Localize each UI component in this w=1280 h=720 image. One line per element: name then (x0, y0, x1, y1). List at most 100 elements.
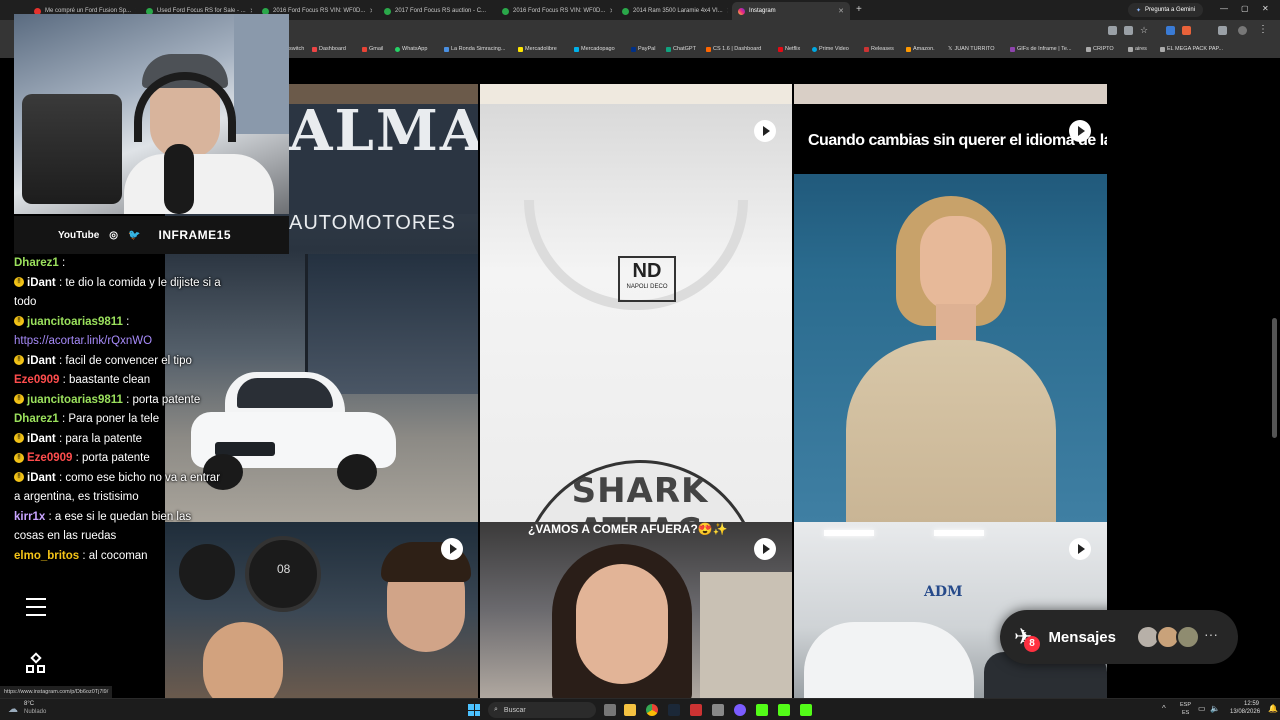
taskbar-search[interactable]: ⌕ Buscar (488, 702, 596, 718)
input-language-variant: ES (1182, 710, 1190, 716)
install-icon[interactable] (1124, 26, 1133, 35)
shirt-graphic: SHARK ATTAC (520, 460, 760, 522)
input-language[interactable]: ESP (1180, 702, 1191, 708)
tab-6[interactable]: 2014 Ram 3500 Laramie 4x4 VI...✕ (616, 2, 728, 20)
messages-button[interactable]: ✈ 8 Mensajes ··· (1000, 610, 1238, 664)
bookmark-amazon[interactable]: Amazon. (906, 46, 935, 52)
menu-dots-icon[interactable]: ⋮ (1258, 24, 1268, 35)
background-window (700, 572, 792, 698)
chat-message: kirr1x : a ese si le quedan bien las cos… (14, 510, 192, 543)
badge-icon: ! (14, 394, 24, 405)
meme-caption: Cuando cambias sin querer el idioma de l… (808, 132, 1107, 149)
weather-icon[interactable]: ☁ (8, 704, 18, 715)
sparkle-icon: ✦ (1136, 7, 1142, 14)
tab-instagram[interactable]: Instagram ✕ (732, 2, 850, 20)
post-tile[interactable] (480, 84, 792, 104)
badge-icon: ! (14, 355, 24, 366)
post-tile-food[interactable]: ¿VAMOS A COMER AFUERA?😍✨ (480, 522, 792, 698)
notification-bell-icon[interactable]: 🔔 (1268, 704, 1278, 713)
bookmark-la-ronda[interactable]: La Ronda Simracing... (444, 46, 505, 52)
kick-icon[interactable] (800, 704, 812, 716)
ceiling-light (934, 530, 984, 536)
bookmark-releases[interactable]: Releases (864, 46, 894, 52)
tab-5[interactable]: 2016 Ford Focus RS VIN: WF0D...✕ (496, 2, 612, 20)
microphone (164, 144, 194, 214)
clock-time[interactable]: 12:59 (1244, 701, 1259, 707)
more-menu-icon[interactable] (26, 598, 46, 616)
shirt-logo: ND NAPOLI DECO (618, 256, 676, 302)
also-from-meta-icon[interactable] (26, 652, 46, 674)
paper-plane-icon: ✈ 8 (1014, 626, 1040, 652)
tray-chevron-icon[interactable]: ^ (1162, 704, 1166, 713)
post-tile-meme[interactable]: Cuando cambias sin querer el idioma de l… (794, 104, 1107, 522)
kick-icon[interactable] (756, 704, 768, 716)
bookmark-dashboard[interactable]: Dashboard (312, 46, 346, 52)
bookmark-aires[interactable]: aires (1128, 46, 1147, 52)
gemini-label: Pregunta a Gemini (1145, 7, 1196, 13)
windows-start-icon[interactable] (468, 704, 480, 716)
task-view-icon[interactable] (604, 704, 616, 716)
app-icon[interactable] (734, 704, 746, 716)
bookmark-whatsapp[interactable]: WhatsApp (395, 46, 427, 52)
tab-4[interactable]: 2017 Ford Focus RS auction - C...✕ (378, 2, 490, 20)
chrome-icon[interactable] (646, 704, 658, 716)
tab-title: 2017 Ford Focus RS auction - C... (395, 8, 487, 14)
close-icon[interactable]: ✕ (365, 7, 372, 15)
search-page-icon[interactable] (1108, 26, 1117, 35)
extension-icon[interactable] (1182, 26, 1191, 35)
close-icon[interactable]: ✕ (723, 7, 728, 15)
gemini-button[interactable]: ✦ Pregunta a Gemini (1128, 3, 1204, 17)
close-icon[interactable]: ✕ (486, 7, 490, 15)
more-dots-icon[interactable]: ··· (1204, 626, 1218, 642)
puzzle-icon[interactable] (1218, 26, 1227, 35)
woman-head (203, 622, 283, 698)
bookmark-cripto[interactable]: CRIPTO (1086, 46, 1114, 52)
minimize-icon[interactable]: — (1220, 4, 1228, 13)
network-icon[interactable]: ▭ (1198, 704, 1206, 713)
badge-icon: ! (14, 452, 24, 463)
bookmark-juan-turrito[interactable]: 𝕏 JUAN TURRITO (948, 46, 995, 52)
bookmark-prime-video[interactable]: Prime Video (812, 46, 849, 52)
dumbbell-plate-label: 08 (277, 562, 291, 576)
new-tab-icon[interactable]: + (856, 4, 862, 15)
restore-icon[interactable]: ▢ (1241, 4, 1249, 13)
bookmark-cs16[interactable]: CS 1.6 | Dashboard (706, 46, 761, 52)
kick-icon[interactable] (778, 704, 790, 716)
profile-avatar[interactable] (1238, 26, 1247, 35)
weather-temp: 8°C (24, 701, 35, 707)
bookmark-gmail[interactable]: Gmail (362, 46, 383, 52)
streamer-shirt (124, 154, 274, 214)
post-tile-tshirt[interactable]: ND NAPOLI DECO SHARK ATTAC (480, 104, 792, 522)
avatar (1176, 625, 1200, 649)
messages-label: Mensajes (1048, 628, 1116, 646)
bookmark-switch[interactable]: switch (289, 46, 304, 52)
post-tile[interactable] (794, 84, 1107, 104)
reel-play-icon (1069, 120, 1091, 142)
window-close-icon[interactable]: ✕ (1262, 4, 1269, 13)
bookmark-netflix[interactable]: Netflix (778, 46, 800, 52)
instagram-icon (738, 7, 745, 15)
bookmark-paypal[interactable]: PayPal (631, 46, 655, 52)
app-icon[interactable] (690, 704, 702, 716)
app-icon[interactable] (712, 704, 724, 716)
badge-icon: ! (14, 472, 24, 483)
extension-icon[interactable] (1166, 26, 1175, 35)
chat-link[interactable]: https://acortar.link/rQxnWO (14, 332, 224, 352)
bookmark-chatgpt[interactable]: ChatGPT (666, 46, 696, 52)
bookmark-gifs[interactable]: GIFs de Inframe | Te... (1010, 46, 1072, 52)
messages-count-badge: 8 (1024, 636, 1040, 652)
bookmark-mercadopago[interactable]: Mercadopago (574, 46, 615, 52)
bookmark-star-icon[interactable]: ☆ (1140, 26, 1149, 35)
page-scrollbar[interactable] (1272, 318, 1277, 438)
close-icon[interactable]: ✕ (605, 7, 612, 15)
bookmark-mega-pack[interactable]: EL MEGA PACK PAP... (1160, 46, 1223, 52)
steam-icon[interactable] (668, 704, 680, 716)
file-explorer-icon[interactable] (624, 704, 636, 716)
reel-play-icon (754, 120, 776, 142)
chat-message: ! Eze0909 : porta patente (14, 449, 224, 469)
volume-icon[interactable]: 🔈 (1210, 704, 1220, 713)
close-icon[interactable]: ✕ (834, 7, 844, 15)
bookmark-mercadolibre[interactable]: Mercadolibre (518, 46, 557, 52)
stream-chat: Dharez1 : ! iDant : te dio la comida y le… (14, 254, 224, 566)
badge-icon: ! (14, 433, 24, 444)
